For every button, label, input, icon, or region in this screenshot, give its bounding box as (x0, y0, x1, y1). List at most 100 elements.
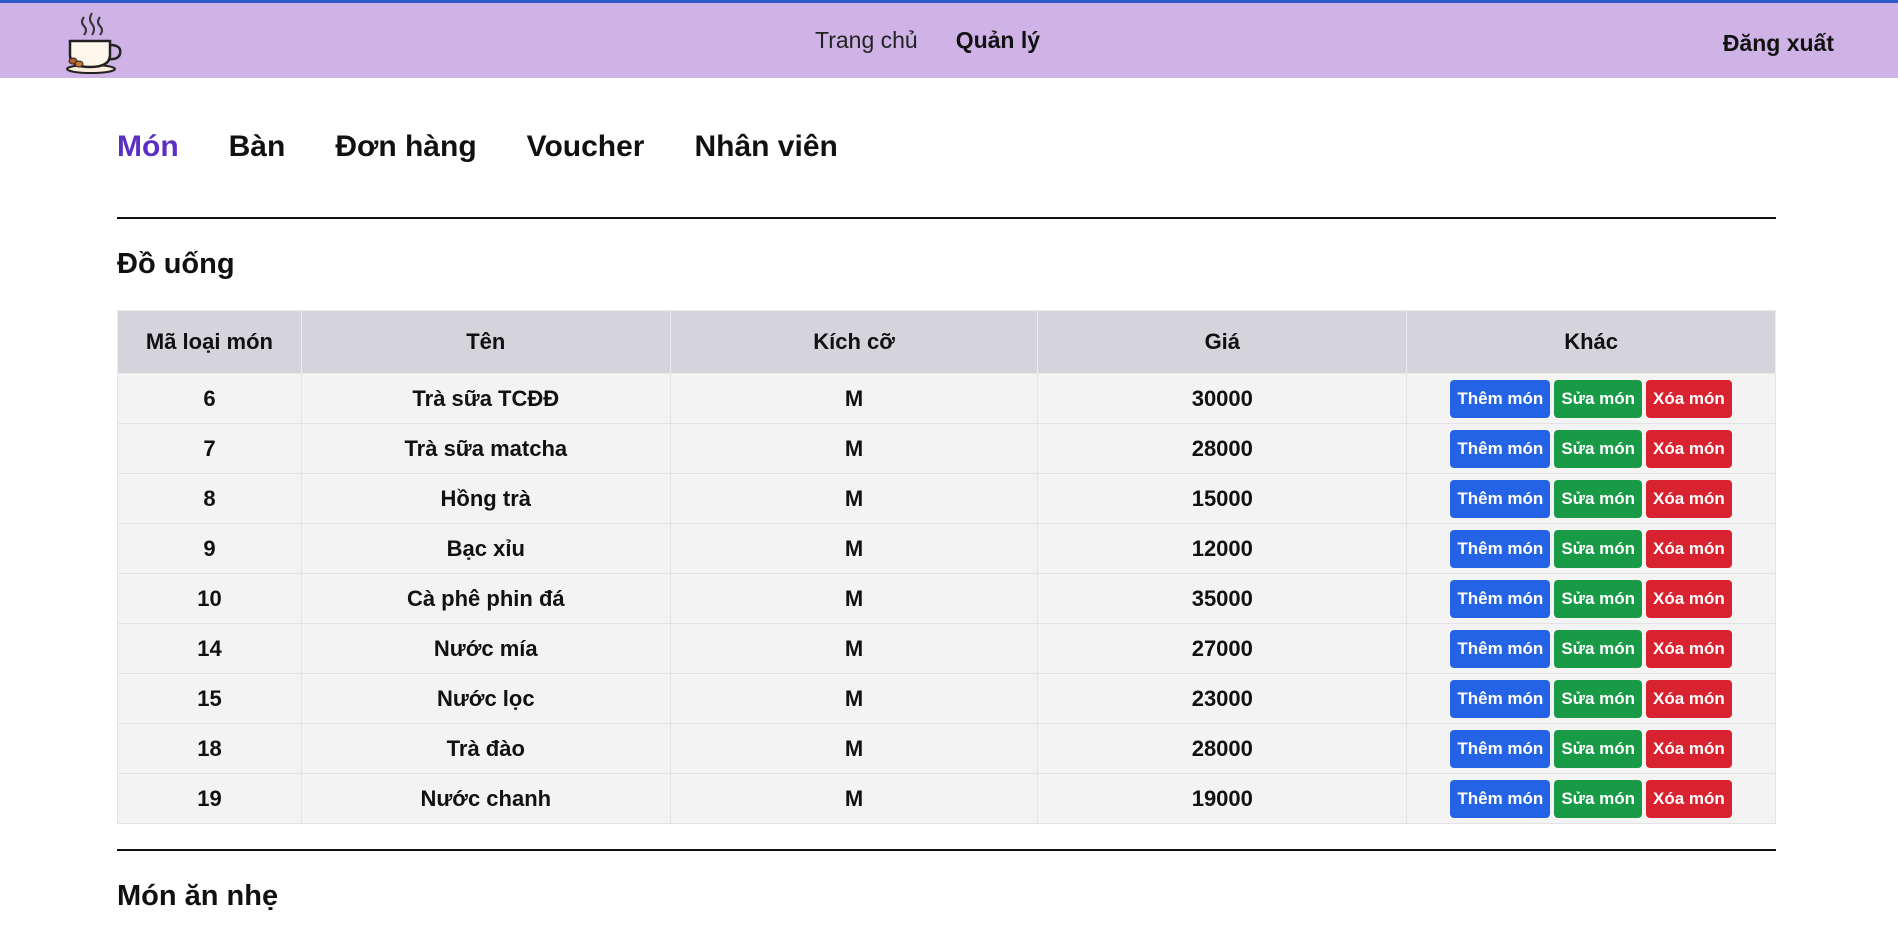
delete-item-button[interactable]: Xóa món (1646, 779, 1732, 818)
cell-name: Bạc xỉu (300, 523, 671, 574)
tab-mon[interactable]: Món (117, 130, 179, 164)
cell-name: Trà đào (300, 723, 671, 774)
cell-price: 12000 (1037, 523, 1408, 574)
coffee-cup-icon[interactable] (62, 9, 124, 75)
table-row: 19 Nước chanh M 19000 Thêm món Sửa món Xóa món (117, 773, 1776, 824)
table-row: 7 Trà sữa matcha M 28000 Thêm món Sửa món Xóa … (117, 423, 1776, 474)
cell-price: 19000 (1037, 773, 1408, 824)
cell-name: Nước chanh (300, 773, 671, 824)
add-item-button[interactable]: Thêm món (1450, 779, 1551, 818)
cell-id: 6 (117, 373, 302, 424)
cell-price: 23000 (1037, 673, 1408, 724)
drinks-section-title: Đồ uống (117, 248, 235, 280)
delete-item-button[interactable]: Xóa món (1646, 679, 1732, 718)
delete-item-button[interactable]: Xóa món (1646, 579, 1732, 618)
cell-name: Hồng trà (300, 473, 671, 524)
add-item-button[interactable]: Thêm món (1450, 629, 1551, 668)
edit-item-button[interactable]: Sửa món (1554, 479, 1643, 518)
cell-id: 14 (117, 623, 302, 674)
cell-id: 15 (117, 673, 302, 724)
table-row: 15 Nước lọc M 23000 Thêm món Sửa món Xóa món (117, 673, 1776, 724)
edit-item-button[interactable]: Sửa món (1554, 529, 1643, 568)
add-item-button[interactable]: Thêm món (1450, 679, 1551, 718)
cell-size: M (669, 373, 1039, 424)
cell-actions: Thêm món Sửa món Xóa món (1406, 673, 1776, 724)
cell-price: 27000 (1037, 623, 1408, 674)
tab-voucher[interactable]: Voucher (527, 130, 645, 164)
cell-actions: Thêm món Sửa món Xóa món (1406, 523, 1776, 574)
table-row: 10 Cà phê phin đá M 35000 Thêm món Sửa món Xóa… (117, 573, 1776, 624)
cell-price: 30000 (1037, 373, 1408, 424)
cell-actions: Thêm món Sửa món Xóa món (1406, 773, 1776, 824)
cell-price: 15000 (1037, 473, 1408, 524)
cell-actions: Thêm món Sửa món Xóa món (1406, 623, 1776, 674)
section-divider (117, 849, 1776, 851)
cell-id: 10 (117, 573, 302, 624)
delete-item-button[interactable]: Xóa món (1646, 629, 1732, 668)
category-tabs: Món Bàn Đơn hàng Voucher Nhân viên (117, 130, 838, 164)
cell-actions: Thêm món Sửa món Xóa món (1406, 573, 1776, 624)
cell-name: Cà phê phin đá (300, 573, 671, 624)
top-navbar: Trang chủ Quản lý Đăng xuất (0, 0, 1898, 78)
cell-name: Trà sữa TCĐĐ (300, 373, 671, 424)
cell-size: M (669, 523, 1039, 574)
cell-id: 7 (117, 423, 302, 474)
add-item-button[interactable]: Thêm món (1450, 529, 1551, 568)
edit-item-button[interactable]: Sửa món (1554, 729, 1643, 768)
edit-item-button[interactable]: Sửa món (1554, 579, 1643, 618)
cell-id: 19 (117, 773, 302, 824)
drinks-table-body: 6 Trà sữa TCĐĐ M 30000 Thêm món Sửa món Xóa mó… (117, 373, 1776, 824)
cell-actions: Thêm món Sửa món Xóa món (1406, 423, 1776, 474)
cell-id: 18 (117, 723, 302, 774)
delete-item-button[interactable]: Xóa món (1646, 479, 1732, 518)
cell-size: M (669, 673, 1039, 724)
cell-name: Trà sữa matcha (300, 423, 671, 474)
edit-item-button[interactable]: Sửa món (1554, 779, 1643, 818)
column-header-name: Tên (300, 310, 671, 374)
table-row: 9 Bạc xỉu M 12000 Thêm món Sửa món Xóa món (117, 523, 1776, 574)
add-item-button[interactable]: Thêm món (1450, 579, 1551, 618)
add-item-button[interactable]: Thêm món (1450, 479, 1551, 518)
cell-price: 28000 (1037, 423, 1408, 474)
edit-item-button[interactable]: Sửa món (1554, 429, 1643, 468)
delete-item-button[interactable]: Xóa món (1646, 429, 1732, 468)
edit-item-button[interactable]: Sửa món (1554, 379, 1643, 418)
column-header-size: Kích cỡ (669, 310, 1039, 374)
cell-actions: Thêm món Sửa món Xóa món (1406, 723, 1776, 774)
table-row: 6 Trà sữa TCĐĐ M 30000 Thêm món Sửa món Xóa mó… (117, 373, 1776, 424)
logout-link[interactable]: Đăng xuất (1723, 30, 1834, 57)
column-header-id: Mã loại món (117, 310, 302, 374)
tab-nhan-vien[interactable]: Nhân viên (694, 130, 837, 164)
drinks-table: Mã loại món Tên Kích cỡ Giá Khác 6 Trà sữ… (117, 310, 1776, 824)
cell-id: 9 (117, 523, 302, 574)
nav-manage-link[interactable]: Quản lý (956, 27, 1040, 54)
add-item-button[interactable]: Thêm món (1450, 379, 1551, 418)
edit-item-button[interactable]: Sửa món (1554, 679, 1643, 718)
edit-item-button[interactable]: Sửa món (1554, 629, 1643, 668)
cell-name: Nước mía (300, 623, 671, 674)
nav-home-link[interactable]: Trang chủ (815, 27, 918, 54)
cell-actions: Thêm món Sửa món Xóa món (1406, 373, 1776, 424)
column-header-price: Giá (1037, 310, 1408, 374)
main-nav: Trang chủ Quản lý (815, 27, 1040, 54)
section-divider (117, 217, 1776, 219)
tab-ban[interactable]: Bàn (229, 130, 286, 164)
delete-item-button[interactable]: Xóa món (1646, 729, 1732, 768)
cell-size: M (669, 623, 1039, 674)
delete-item-button[interactable]: Xóa món (1646, 529, 1732, 568)
cell-size: M (669, 573, 1039, 624)
add-item-button[interactable]: Thêm món (1450, 729, 1551, 768)
table-row: 18 Trà đào M 28000 Thêm món Sửa món Xóa món (117, 723, 1776, 774)
delete-item-button[interactable]: Xóa món (1646, 379, 1732, 418)
cell-price: 28000 (1037, 723, 1408, 774)
cell-actions: Thêm món Sửa món Xóa món (1406, 473, 1776, 524)
snacks-section-title: Món ăn nhẹ (117, 880, 279, 912)
cell-price: 35000 (1037, 573, 1408, 624)
add-item-button[interactable]: Thêm món (1450, 429, 1551, 468)
table-header-row: Mã loại món Tên Kích cỡ Giá Khác (117, 310, 1776, 374)
table-row: 14 Nước mía M 27000 Thêm món Sửa món Xóa món (117, 623, 1776, 674)
tab-don-hang[interactable]: Đơn hàng (335, 130, 476, 164)
cell-id: 8 (117, 473, 302, 524)
cell-size: M (669, 473, 1039, 524)
cell-size: M (669, 723, 1039, 774)
